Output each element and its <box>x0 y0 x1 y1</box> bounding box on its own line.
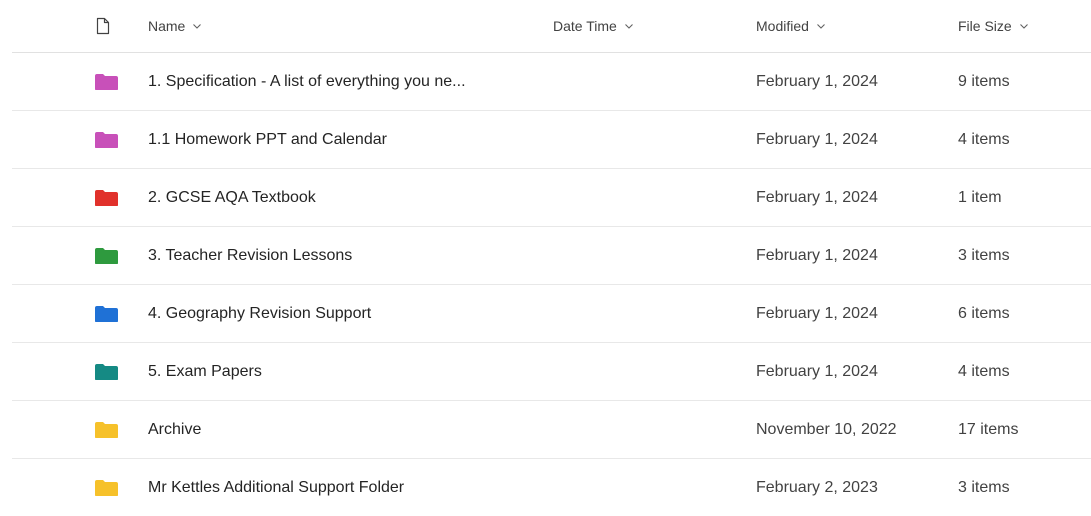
file-size: 3 items <box>958 478 1010 496</box>
file-size-header-label: File Size <box>958 18 1012 34</box>
file-name[interactable]: Mr Kettles Additional Support Folder <box>148 459 548 516</box>
modified-date: February 1, 2024 <box>756 130 878 148</box>
modified-column-header[interactable]: Modified <box>756 0 946 52</box>
table-row[interactable]: 2. GCSE AQA Textbook February 1, 2024 1 it… <box>12 169 1091 227</box>
modified-date: February 1, 2024 <box>756 72 878 90</box>
table-row[interactable]: 5. Exam Papers February 1, 2024 4 items <box>12 343 1091 401</box>
file-name[interactable]: 3. Teacher Revision Lessons <box>148 227 548 284</box>
folder-icon <box>95 73 118 90</box>
folder-icon <box>95 421 118 438</box>
date-time-header-label: Date Time <box>553 18 617 34</box>
column-header-row: Name Date Time Modified File Size <box>12 0 1091 53</box>
name-header-label: Name <box>148 18 186 34</box>
file-name[interactable]: 1.1 Homework PPT and Calendar <box>148 111 548 168</box>
file-size: 3 items <box>958 246 1010 264</box>
folder-icon <box>95 131 118 148</box>
modified-date: February 1, 2024 <box>756 246 878 264</box>
file-name[interactable]: 1. Specification - A list of everything … <box>148 53 548 110</box>
file-size: 17 items <box>958 420 1019 438</box>
modified-date: February 1, 2024 <box>756 362 878 380</box>
table-row[interactable]: 1. Specification - A list of everything … <box>12 53 1091 111</box>
folder-icon <box>95 247 118 264</box>
table-row[interactable]: 4. Geography Revision Support February 1,… <box>12 285 1091 343</box>
modified-date: February 1, 2024 <box>756 188 878 206</box>
modified-header-label: Modified <box>756 18 809 34</box>
table-row[interactable]: Archive November 10, 2022 17 items <box>12 401 1091 459</box>
document-icon <box>96 17 110 35</box>
name-column-header[interactable]: Name <box>148 0 548 52</box>
chevron-down-icon <box>817 24 825 29</box>
date-time-column-header[interactable]: Date Time <box>553 0 635 52</box>
file-name[interactable]: 5. Exam Papers <box>148 343 548 400</box>
folder-icon <box>95 479 118 496</box>
file-size: 1 item <box>958 188 1002 206</box>
table-row[interactable]: 1.1 Homework PPT and Calendar February 1,… <box>12 111 1091 169</box>
file-name[interactable]: 4. Geography Revision Support <box>148 285 548 342</box>
file-size: 4 items <box>958 362 1010 380</box>
chevron-down-icon <box>1019 24 1028 29</box>
file-size: 6 items <box>958 304 1010 322</box>
folder-icon <box>95 363 118 380</box>
file-name[interactable]: Archive <box>148 401 548 458</box>
table-row[interactable]: Mr Kettles Additional Support Folder Febr… <box>12 459 1091 516</box>
file-name[interactable]: 2. GCSE AQA Textbook <box>148 169 548 226</box>
table-row[interactable]: 3. Teacher Revision Lessons February 1, 2… <box>12 227 1091 285</box>
chevron-down-icon <box>624 24 633 29</box>
file-list: Name Date Time Modified File Size 1. Spe… <box>12 0 1091 516</box>
folder-icon <box>95 189 118 206</box>
folder-icon <box>95 305 118 322</box>
modified-date: February 2, 2023 <box>756 478 878 496</box>
chevron-down-icon <box>193 24 202 29</box>
file-size: 9 items <box>958 72 1010 90</box>
modified-date: February 1, 2024 <box>756 304 878 322</box>
file-size-column-header[interactable]: File Size <box>958 0 1078 52</box>
file-size: 4 items <box>958 130 1010 148</box>
modified-date: November 10, 2022 <box>756 420 897 438</box>
file-type-column-header[interactable] <box>96 0 126 52</box>
